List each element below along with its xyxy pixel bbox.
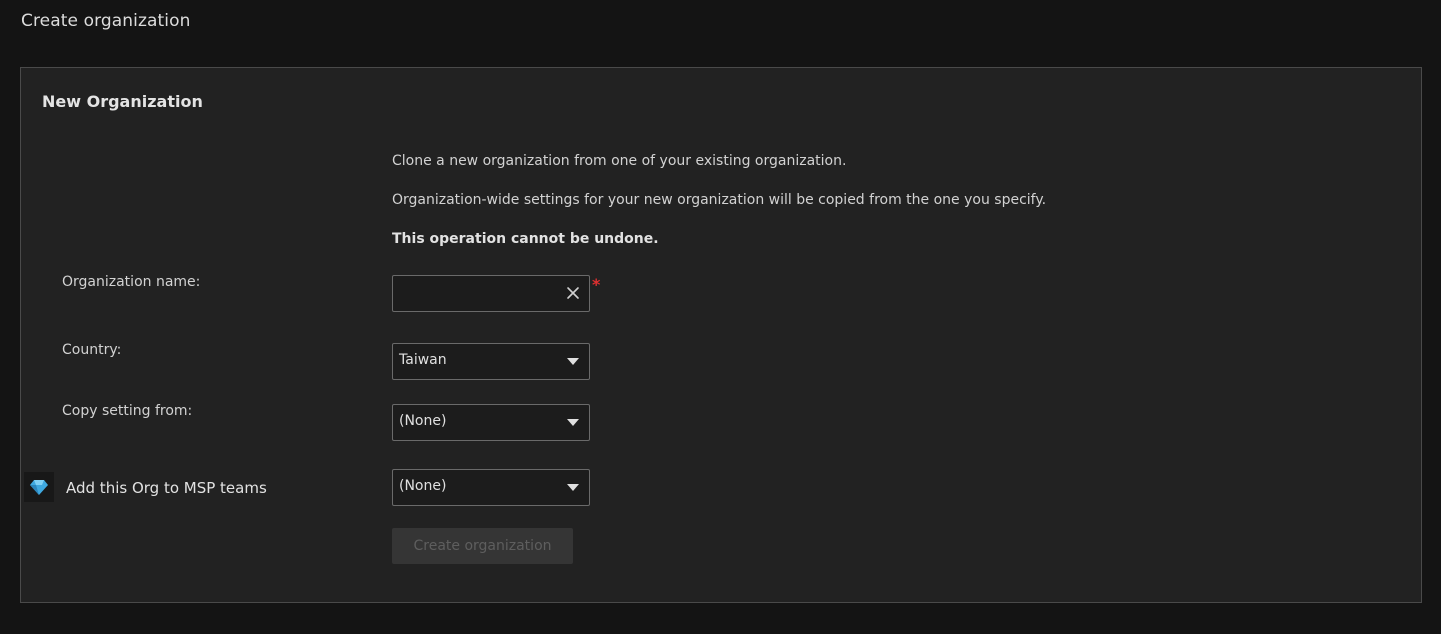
chevron-down-icon	[567, 358, 579, 365]
msp-teams-selected-value: (None)	[399, 478, 447, 494]
country-label: Country:	[62, 342, 122, 358]
undo-warning: This operation cannot be undone.	[392, 231, 659, 247]
chevron-down-icon	[567, 419, 579, 426]
copy-setting-label: Copy setting from:	[62, 403, 193, 419]
country-selected-value: Taiwan	[399, 352, 447, 368]
org-name-input[interactable]	[393, 276, 561, 311]
panel-title: New Organization	[42, 92, 203, 111]
diamond-icon	[24, 472, 54, 502]
required-marker: *	[592, 275, 601, 294]
copy-setting-selected-value: (None)	[399, 413, 447, 429]
settings-description: Organization-wide settings for your new …	[392, 192, 1047, 208]
org-name-label: Organization name:	[62, 274, 201, 290]
create-organization-button[interactable]: Create organization	[392, 528, 573, 564]
msp-teams-label: Add this Org to MSP teams	[66, 479, 267, 497]
chevron-down-icon	[567, 484, 579, 491]
page-title: Create organization	[21, 11, 191, 31]
new-organization-panel: New Organization Clone a new organizatio…	[20, 67, 1422, 603]
msp-teams-select[interactable]: (None)	[392, 469, 590, 506]
org-name-field	[392, 275, 590, 312]
clear-icon[interactable]	[565, 285, 581, 301]
country-select[interactable]: Taiwan	[392, 343, 590, 380]
clone-description: Clone a new organization from one of you…	[392, 153, 847, 169]
copy-setting-select[interactable]: (None)	[392, 404, 590, 441]
